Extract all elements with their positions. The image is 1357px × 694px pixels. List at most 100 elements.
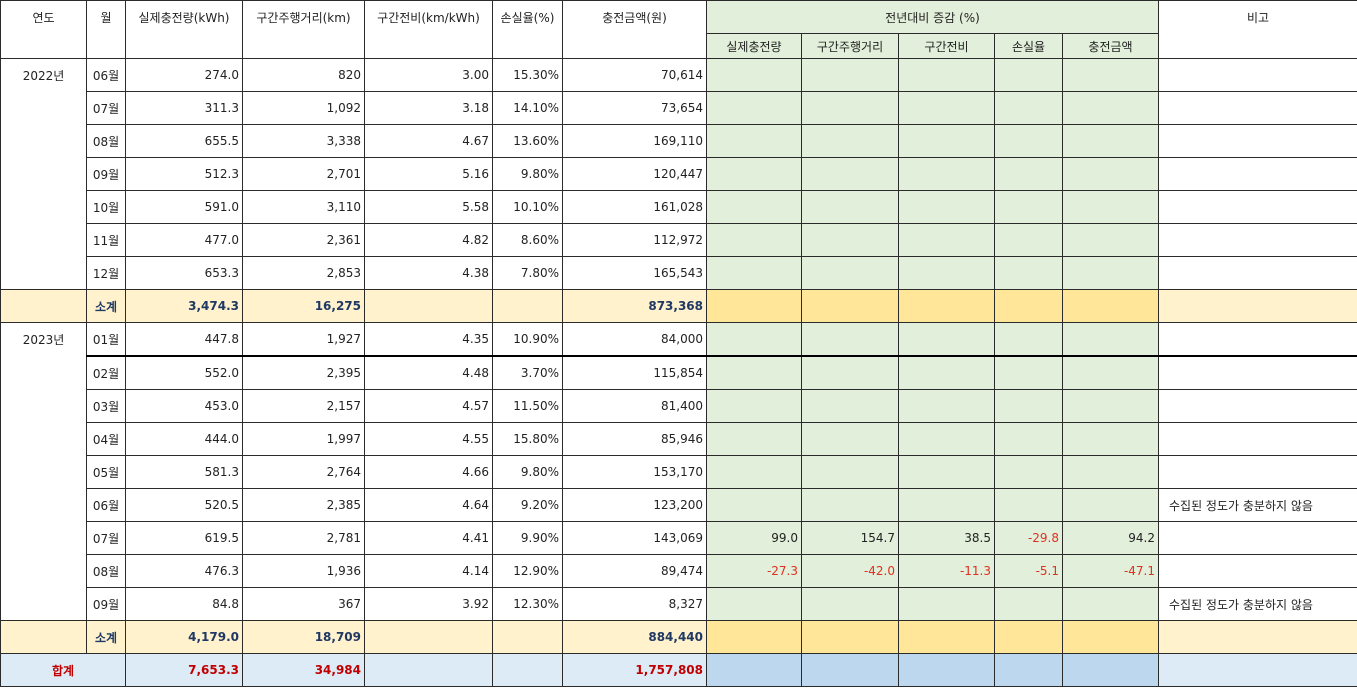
- yoy-cell[interactable]: [1062, 91, 1159, 125]
- subtotal-note[interactable]: [1158, 620, 1357, 654]
- subtotal-loss[interactable]: [492, 289, 563, 323]
- yoy-cell[interactable]: [994, 355, 1063, 390]
- distance-cell[interactable]: 2,395: [242, 355, 365, 390]
- yoy-cell[interactable]: [706, 124, 802, 158]
- yoy-cell[interactable]: [898, 322, 995, 357]
- charge-cell[interactable]: 653.3: [125, 256, 243, 290]
- yoy-cell[interactable]: -29.8: [994, 521, 1063, 555]
- yoy-cell[interactable]: [994, 587, 1063, 621]
- yoy-cell[interactable]: -27.3: [706, 554, 802, 588]
- yoy-cell[interactable]: 94.2: [1062, 521, 1159, 555]
- yoy-cell[interactable]: [801, 488, 899, 522]
- yoy-cell[interactable]: [994, 157, 1063, 191]
- subtotal-yoy-cell[interactable]: [801, 289, 899, 323]
- amount-cell[interactable]: 85,946: [562, 422, 707, 456]
- efficiency-cell[interactable]: 3.92: [364, 587, 493, 621]
- yoy-cell[interactable]: [801, 256, 899, 290]
- col-header-efficiency[interactable]: 구간전비(km/kWh): [364, 0, 493, 59]
- efficiency-cell[interactable]: 4.35: [364, 322, 493, 357]
- yoy-cell[interactable]: [801, 91, 899, 125]
- yoy-cell[interactable]: [706, 322, 802, 357]
- charge-cell[interactable]: 444.0: [125, 422, 243, 456]
- yoy-cell[interactable]: [898, 190, 995, 224]
- yoy-cell[interactable]: [1062, 223, 1159, 257]
- subtotal-yoy-cell[interactable]: [898, 289, 995, 323]
- subtotal-charge[interactable]: 4,179.0: [125, 620, 243, 654]
- yoy-cell[interactable]: [898, 58, 995, 92]
- yoy-cell[interactable]: [994, 455, 1063, 489]
- efficiency-cell[interactable]: 4.82: [364, 223, 493, 257]
- distance-cell[interactable]: 1,927: [242, 322, 365, 357]
- total-amount[interactable]: 1,757,808: [562, 653, 707, 687]
- col-header-yoy-efficiency[interactable]: 구간전비: [898, 33, 995, 59]
- subtotal-yoy-cell[interactable]: [801, 620, 899, 654]
- col-header-distance[interactable]: 구간주행거리(km): [242, 0, 365, 59]
- yoy-cell[interactable]: [706, 190, 802, 224]
- yoy-cell[interactable]: [801, 389, 899, 423]
- yoy-cell[interactable]: -11.3: [898, 554, 995, 588]
- distance-cell[interactable]: 2,385: [242, 488, 365, 522]
- yoy-cell[interactable]: [801, 124, 899, 158]
- loss-cell[interactable]: 10.10%: [492, 190, 563, 224]
- charge-cell[interactable]: 84.8: [125, 587, 243, 621]
- total-yoy-cell[interactable]: [994, 653, 1063, 687]
- total-yoy-cell[interactable]: [801, 653, 899, 687]
- total-charge[interactable]: 7,653.3: [125, 653, 243, 687]
- loss-cell[interactable]: 13.60%: [492, 124, 563, 158]
- subtotal-distance[interactable]: 16,275: [242, 289, 365, 323]
- subtotal-yoy-cell[interactable]: [994, 289, 1063, 323]
- subtotal-spacer[interactable]: [0, 620, 87, 654]
- yoy-cell[interactable]: [706, 587, 802, 621]
- yoy-cell[interactable]: [898, 488, 995, 522]
- yoy-cell[interactable]: [706, 58, 802, 92]
- yoy-cell[interactable]: [1062, 355, 1159, 390]
- efficiency-cell[interactable]: 3.18: [364, 91, 493, 125]
- month-cell[interactable]: 06월: [86, 488, 126, 522]
- col-header-yoy-group[interactable]: 전년대비 증감 (%): [706, 0, 1159, 34]
- efficiency-cell[interactable]: 4.41: [364, 521, 493, 555]
- yoy-cell[interactable]: [706, 157, 802, 191]
- loss-cell[interactable]: 15.80%: [492, 422, 563, 456]
- loss-cell[interactable]: 3.70%: [492, 355, 563, 390]
- subtotal-yoy-cell[interactable]: [898, 620, 995, 654]
- charge-cell[interactable]: 591.0: [125, 190, 243, 224]
- loss-cell[interactable]: 9.20%: [492, 488, 563, 522]
- amount-cell[interactable]: 161,028: [562, 190, 707, 224]
- yoy-cell[interactable]: -42.0: [801, 554, 899, 588]
- total-yoy-cell[interactable]: [898, 653, 995, 687]
- yoy-cell[interactable]: [898, 157, 995, 191]
- note-cell[interactable]: [1158, 157, 1357, 191]
- note-cell[interactable]: [1158, 256, 1357, 290]
- amount-cell[interactable]: 73,654: [562, 91, 707, 125]
- efficiency-cell[interactable]: 5.16: [364, 157, 493, 191]
- efficiency-cell[interactable]: 4.48: [364, 355, 493, 390]
- loss-cell[interactable]: 8.60%: [492, 223, 563, 257]
- loss-cell[interactable]: 15.30%: [492, 58, 563, 92]
- yoy-cell[interactable]: -47.1: [1062, 554, 1159, 588]
- note-cell[interactable]: [1158, 455, 1357, 489]
- yoy-cell[interactable]: 99.0: [706, 521, 802, 555]
- col-header-charge[interactable]: 실제충전량(kWh): [125, 0, 243, 59]
- total-yoy-cell[interactable]: [706, 653, 802, 687]
- yoy-cell[interactable]: [801, 58, 899, 92]
- month-cell[interactable]: 11월: [86, 223, 126, 257]
- subtotal-spacer[interactable]: [0, 289, 87, 323]
- charge-cell[interactable]: 655.5: [125, 124, 243, 158]
- charge-cell[interactable]: 453.0: [125, 389, 243, 423]
- month-cell[interactable]: 07월: [86, 91, 126, 125]
- total-loss[interactable]: [492, 653, 563, 687]
- efficiency-cell[interactable]: 4.14: [364, 554, 493, 588]
- month-cell[interactable]: 07월: [86, 521, 126, 555]
- distance-cell[interactable]: 2,157: [242, 389, 365, 423]
- note-cell[interactable]: [1158, 58, 1357, 92]
- subtotal-charge[interactable]: 3,474.3: [125, 289, 243, 323]
- col-header-note[interactable]: 비고: [1158, 0, 1357, 59]
- charge-cell[interactable]: 552.0: [125, 355, 243, 390]
- amount-cell[interactable]: 81,400: [562, 389, 707, 423]
- yoy-cell[interactable]: [898, 355, 995, 390]
- yoy-cell[interactable]: 38.5: [898, 521, 995, 555]
- yoy-cell[interactable]: [898, 587, 995, 621]
- note-cell[interactable]: [1158, 190, 1357, 224]
- yoy-cell[interactable]: [706, 91, 802, 125]
- subtotal-efficiency[interactable]: [364, 289, 493, 323]
